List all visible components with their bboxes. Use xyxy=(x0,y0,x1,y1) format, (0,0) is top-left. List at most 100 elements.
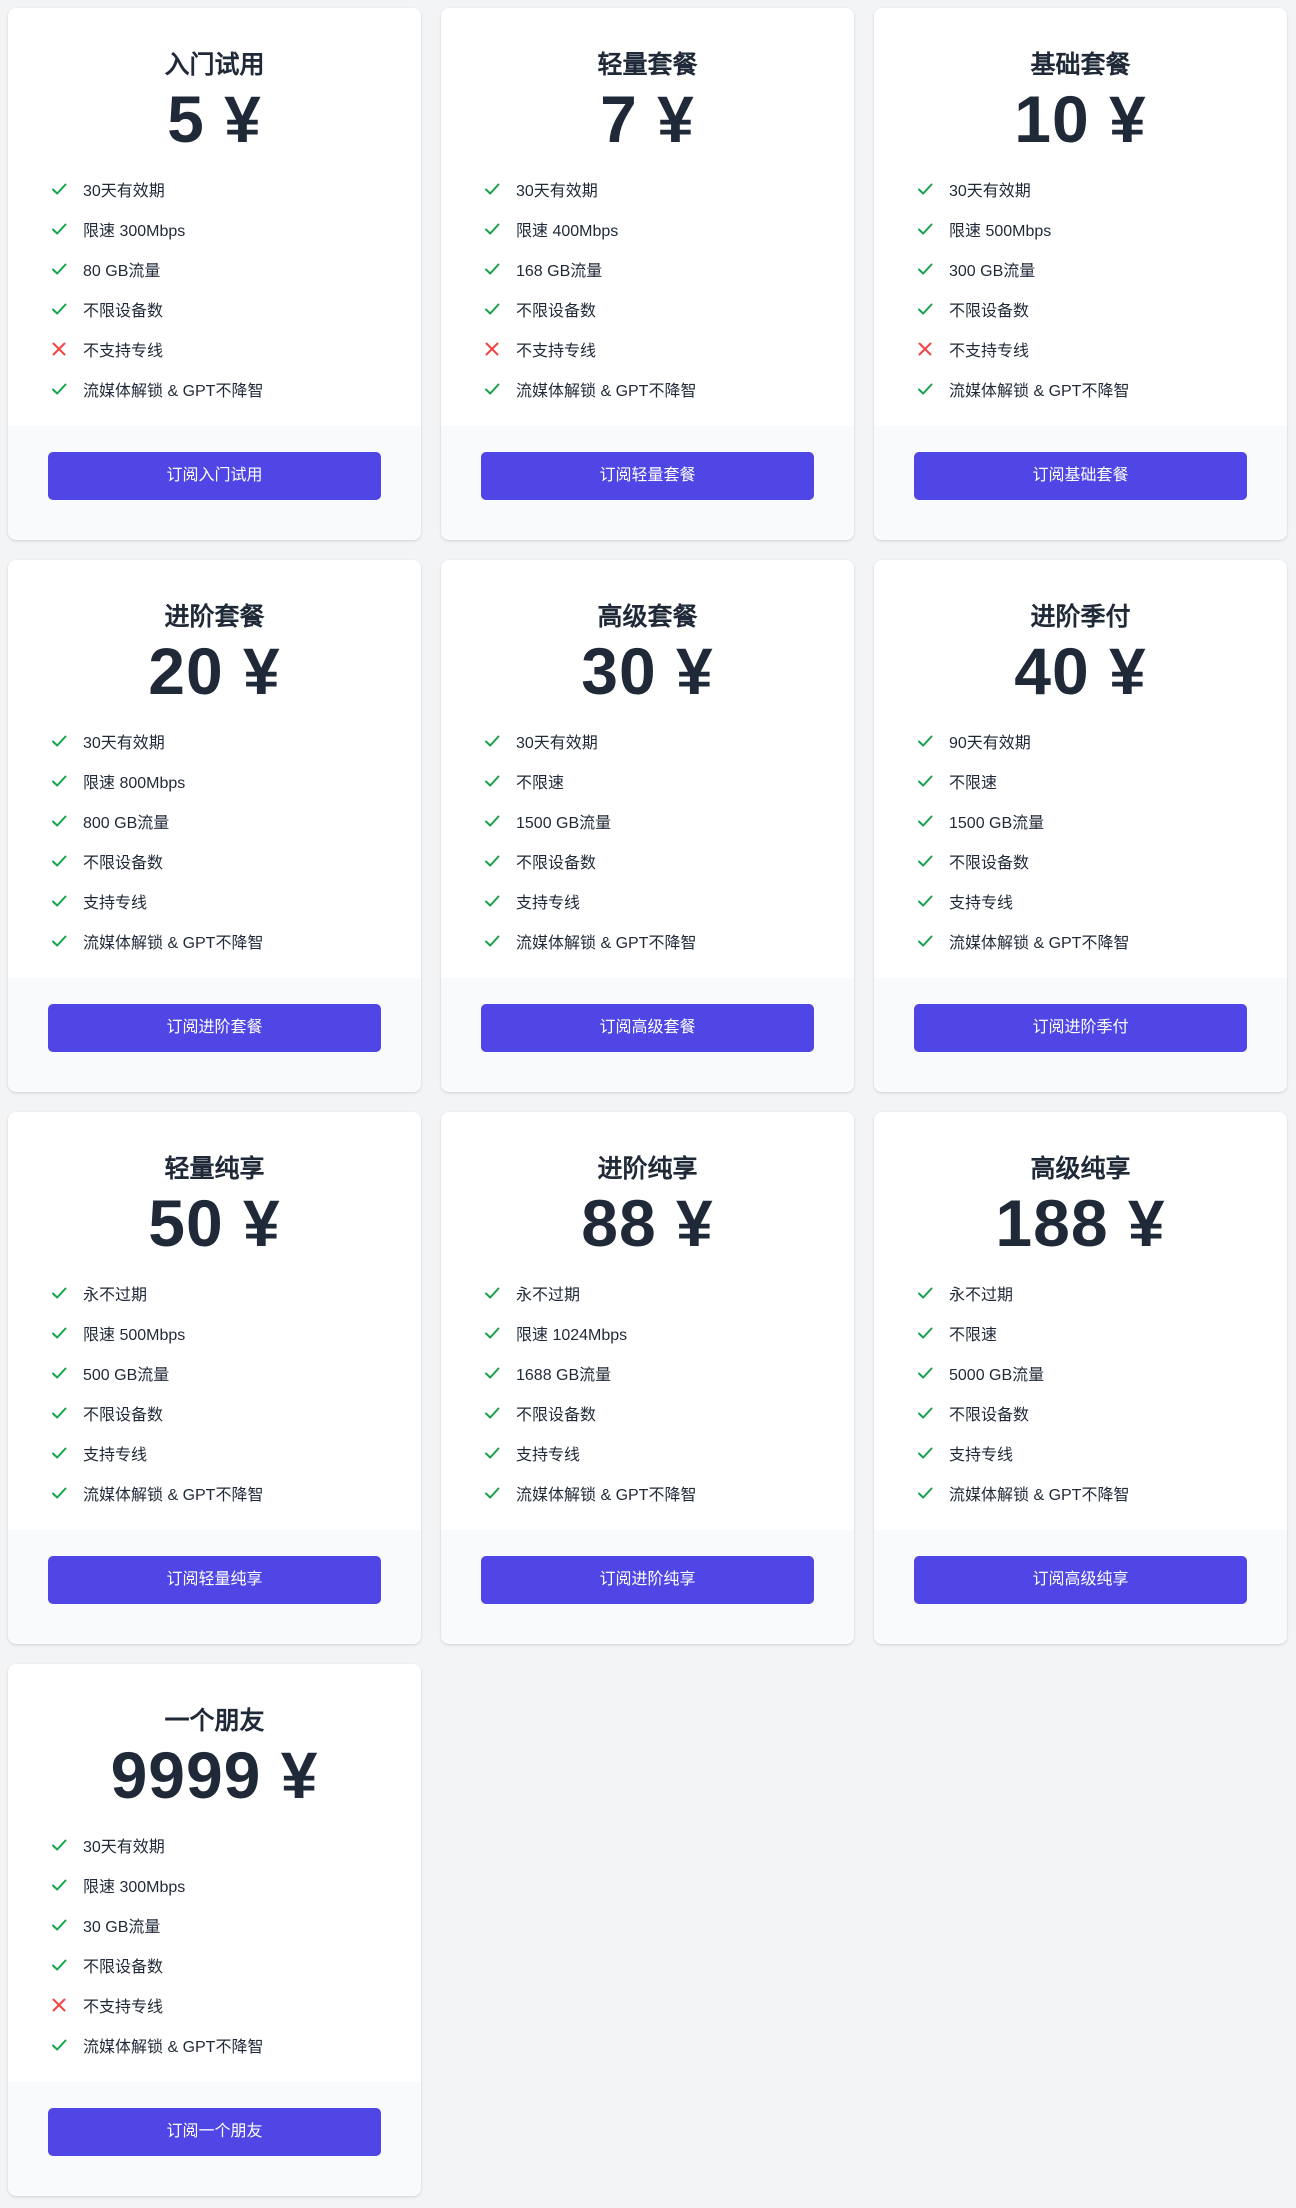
plan-price: 40 ¥ xyxy=(1014,634,1147,708)
subscribe-button[interactable]: 订阅基础套餐 xyxy=(914,452,1247,500)
subscribe-button[interactable]: 订阅进阶套餐 xyxy=(48,1004,381,1052)
feature-item: 500 GB流量 xyxy=(50,1353,421,1393)
feature-item: 流媒体解锁 & GPT不降智 xyxy=(50,2025,421,2065)
feature-text: 1500 GB流量 xyxy=(949,815,1045,832)
feature-text: 限速 800Mbps xyxy=(83,775,186,792)
plan-name: 基础套餐 xyxy=(1030,51,1131,79)
feature-item: 30 GB流量 xyxy=(50,1905,421,1945)
subscribe-button[interactable]: 订阅高级套餐 xyxy=(481,1004,814,1052)
plan-name: 进阶季付 xyxy=(1030,603,1131,631)
plan-card-body: 基础套餐 10 ¥ 30天有效期 限速 500Mbps 300 GB流量 不限设备数 不支持… xyxy=(874,8,1287,426)
check-icon xyxy=(483,932,501,950)
plan-card: 轻量套餐 7 ¥ 30天有效期 限速 400Mbps 168 GB流量 不限设备数 不支持专… xyxy=(441,8,854,540)
subscribe-button[interactable]: 订阅高级纯享 xyxy=(914,1556,1247,1604)
plan-name: 轻量套餐 xyxy=(597,51,698,79)
check-icon xyxy=(483,1284,501,1302)
feature-text: 限速 500Mbps xyxy=(83,1327,186,1344)
subscribe-button[interactable]: 订阅进阶纯享 xyxy=(481,1556,814,1604)
feature-item: 不限设备数 xyxy=(483,1393,854,1433)
feature-item: 1500 GB流量 xyxy=(483,801,854,841)
feature-item: 不限设备数 xyxy=(50,289,421,329)
feature-text: 不限设备数 xyxy=(83,303,164,320)
pricing-grid: 入门试用 5 ¥ 30天有效期 限速 300Mbps 80 GB流量 不限设备数 不支持专线… xyxy=(8,8,1288,2196)
feature-item: 30天有效期 xyxy=(483,721,854,761)
plan-name: 高级纯享 xyxy=(1030,1155,1131,1183)
check-icon xyxy=(916,220,934,238)
plan-card-body: 轻量套餐 7 ¥ 30天有效期 限速 400Mbps 168 GB流量 不限设备数 不支持专… xyxy=(441,8,854,426)
check-icon xyxy=(50,180,68,198)
plan-card: 基础套餐 10 ¥ 30天有效期 限速 500Mbps 300 GB流量 不限设备数 不支持… xyxy=(874,8,1287,540)
feature-text: 不限设备数 xyxy=(83,1959,164,1976)
feature-item: 流媒体解锁 & GPT不降智 xyxy=(916,921,1287,961)
feature-text: 流媒体解锁 & GPT不降智 xyxy=(83,935,264,952)
plan-card: 一个朋友 9999 ¥ 30天有效期 限速 300Mbps 30 GB流量 不限设备数 不支… xyxy=(8,1664,421,2196)
plan-name: 进阶套餐 xyxy=(164,603,265,631)
plan-card-body: 进阶季付 40 ¥ 90天有效期 不限速 1500 GB流量 不限设备数 支持专线 流媒体解锁… xyxy=(874,560,1287,978)
check-icon xyxy=(50,1956,68,1974)
feature-item: 流媒体解锁 & GPT不降智 xyxy=(50,369,421,409)
subscribe-button[interactable]: 订阅轻量纯享 xyxy=(48,1556,381,1604)
feature-item: 支持专线 xyxy=(50,1433,421,1473)
check-icon xyxy=(483,180,501,198)
feature-item: 流媒体解锁 & GPT不降智 xyxy=(483,369,854,409)
feature-item: 30天有效期 xyxy=(50,721,421,761)
plan-card-footer: 订阅轻量套餐 xyxy=(441,426,854,540)
feature-item: 限速 800Mbps xyxy=(50,761,421,801)
feature-text: 不限速 xyxy=(949,1327,998,1344)
feature-item: 限速 500Mbps xyxy=(916,209,1287,249)
feature-item: 不限设备数 xyxy=(50,1393,421,1433)
plan-card-footer: 订阅进阶纯享 xyxy=(441,1530,854,1644)
feature-text: 流媒体解锁 & GPT不降智 xyxy=(516,1487,697,1504)
feature-text: 不限设备数 xyxy=(949,303,1030,320)
feature-item: 不支持专线 xyxy=(483,329,854,369)
check-icon xyxy=(483,812,501,830)
feature-text: 支持专线 xyxy=(949,895,1014,912)
feature-item: 不限速 xyxy=(483,761,854,801)
plan-name: 入门试用 xyxy=(164,51,265,79)
plan-price: 30 ¥ xyxy=(581,634,714,708)
feature-list: 永不过期 限速 1024Mbps 1688 GB流量 不限设备数 支持专线 流媒体解锁 &… xyxy=(441,1273,854,1513)
plan-price: 5 ¥ xyxy=(167,82,262,156)
check-icon xyxy=(916,300,934,318)
check-icon xyxy=(50,812,68,830)
feature-list: 30天有效期 限速 300Mbps 80 GB流量 不限设备数 不支持专线 流媒体解锁 &… xyxy=(8,169,421,409)
feature-text: 不限设备数 xyxy=(83,1407,164,1424)
subscribe-button[interactable]: 订阅一个朋友 xyxy=(48,2108,381,2156)
check-icon xyxy=(483,1364,501,1382)
feature-item: 1688 GB流量 xyxy=(483,1353,854,1393)
feature-list: 30天有效期 限速 300Mbps 30 GB流量 不限设备数 不支持专线 流媒体解锁 &… xyxy=(8,1825,421,2065)
check-icon xyxy=(50,300,68,318)
feature-text: 30天有效期 xyxy=(949,183,1031,200)
feature-text: 支持专线 xyxy=(516,1447,581,1464)
check-icon xyxy=(916,260,934,278)
subscribe-button[interactable]: 订阅进阶季付 xyxy=(914,1004,1247,1052)
subscribe-button[interactable]: 订阅轻量套餐 xyxy=(481,452,814,500)
feature-text: 永不过期 xyxy=(516,1287,581,1304)
check-icon xyxy=(916,180,934,198)
check-icon xyxy=(916,1364,934,1382)
subscribe-button[interactable]: 订阅入门试用 xyxy=(48,452,381,500)
feature-item: 不限设备数 xyxy=(916,1393,1287,1433)
feature-text: 不支持专线 xyxy=(516,343,597,360)
check-icon xyxy=(916,732,934,750)
feature-text: 90天有效期 xyxy=(949,735,1031,752)
feature-text: 流媒体解锁 & GPT不降智 xyxy=(949,935,1130,952)
feature-text: 不限速 xyxy=(516,775,565,792)
check-icon xyxy=(916,772,934,790)
feature-text: 不限设备数 xyxy=(83,855,164,872)
plan-name: 进阶纯享 xyxy=(597,1155,698,1183)
plan-name: 一个朋友 xyxy=(164,1707,265,1735)
feature-text: 限速 500Mbps xyxy=(949,223,1052,240)
check-icon xyxy=(50,260,68,278)
plan-name: 轻量纯享 xyxy=(164,1155,265,1183)
feature-item: 支持专线 xyxy=(483,881,854,921)
feature-item: 流媒体解锁 & GPT不降智 xyxy=(916,1473,1287,1513)
feature-item: 流媒体解锁 & GPT不降智 xyxy=(916,369,1287,409)
check-icon xyxy=(50,220,68,238)
feature-text: 不限设备数 xyxy=(949,855,1030,872)
plan-card-footer: 订阅入门试用 xyxy=(8,426,421,540)
check-icon xyxy=(483,220,501,238)
feature-item: 30天有效期 xyxy=(50,169,421,209)
feature-item: 30天有效期 xyxy=(483,169,854,209)
feature-item: 5000 GB流量 xyxy=(916,1353,1287,1393)
